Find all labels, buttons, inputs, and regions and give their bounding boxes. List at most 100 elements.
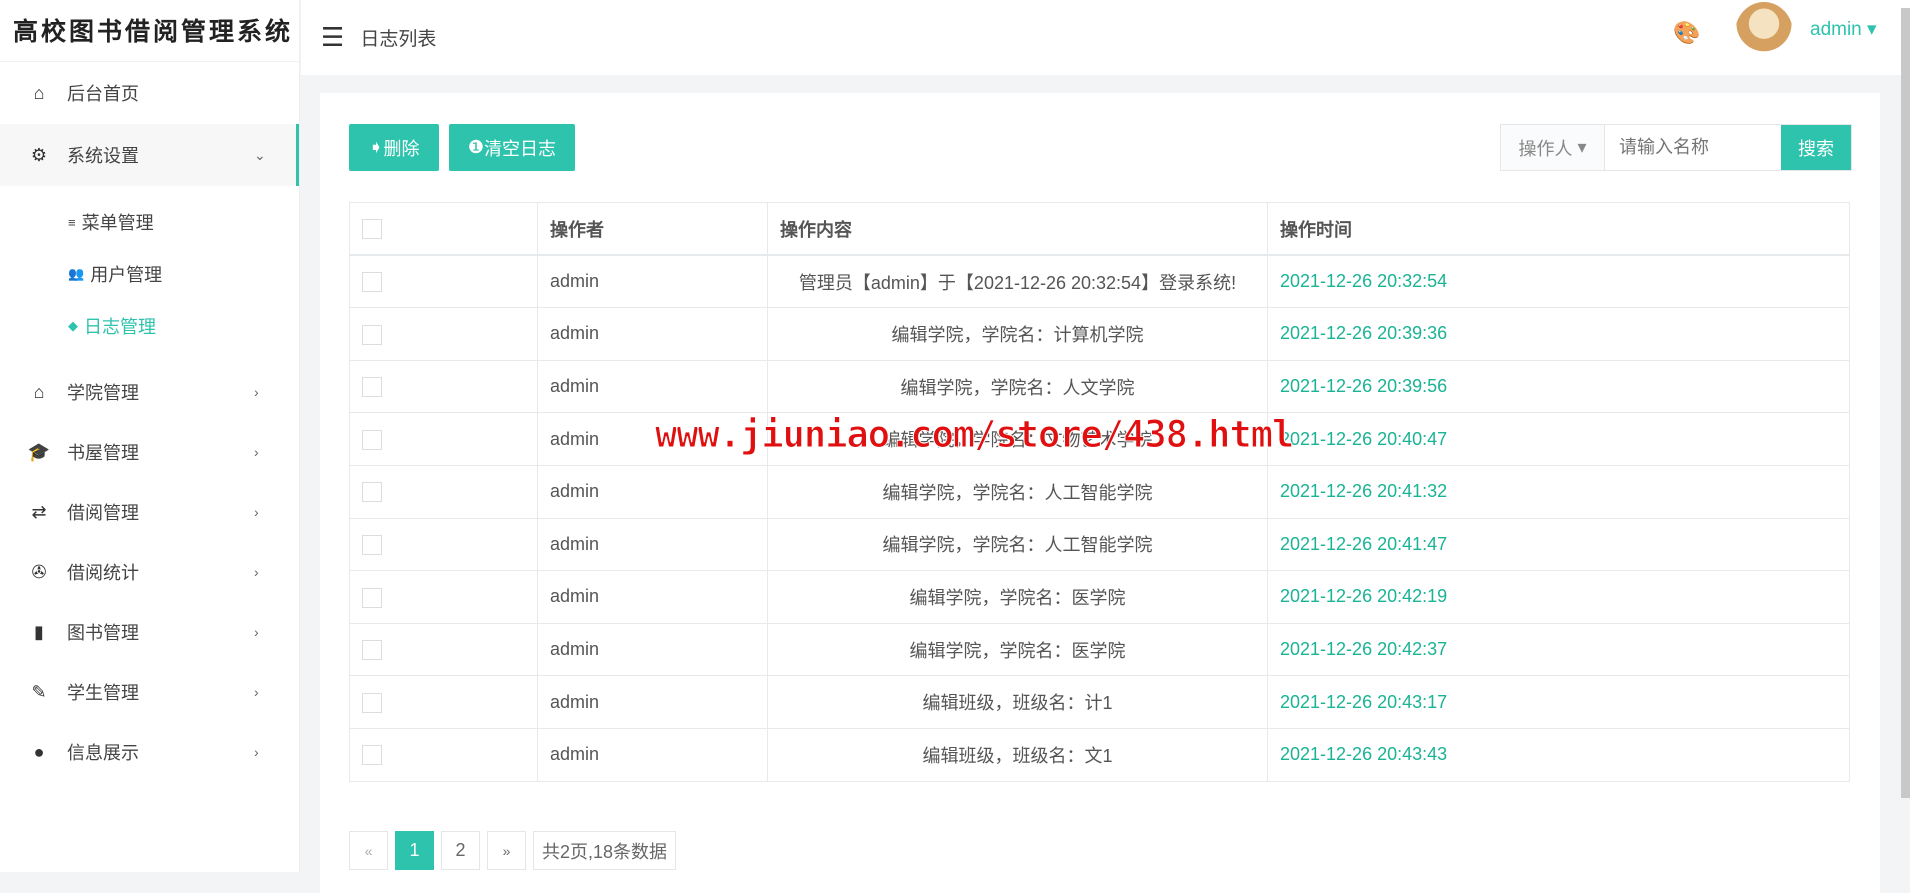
- gear-icon: ⚙: [30, 144, 48, 165]
- page-1-button[interactable]: 1: [395, 831, 434, 870]
- table-row: admin 编辑学院，学院名：医学院 2021-12-26 20:42:19: [349, 570, 1850, 624]
- content-cell: 编辑学院，学院名：医学院: [767, 570, 1268, 624]
- operator-cell: admin: [537, 727, 768, 782]
- row-checkbox[interactable]: [362, 324, 382, 345]
- time-cell: 2021-12-26 20:41:47: [1267, 517, 1850, 572]
- table-header-row: 操作者 操作内容 操作时间: [349, 202, 1850, 257]
- sidebar-item-1[interactable]: ⚙ 系统设置 ⌄: [0, 124, 299, 186]
- prev-page-button[interactable]: «: [349, 831, 388, 870]
- time-cell: 2021-12-26 20:39:36: [1267, 307, 1850, 361]
- avatar[interactable]: [1735, 2, 1793, 64]
- content-cell: 编辑学院，学院名：计算机学院: [767, 307, 1268, 361]
- row-checkbox[interactable]: [362, 640, 382, 661]
- operator-cell: admin: [537, 570, 768, 624]
- operator-cell: admin: [537, 622, 768, 677]
- operator-cell: admin: [537, 675, 768, 729]
- sidebar: 高校图书借阅管理系统 ⌂ 后台首页 ⚙ 系统设置 ⌄ ≡ 菜单管理 👥 用户管理 ◆ 日志管…: [0, 0, 300, 872]
- sidebar-item-0[interactable]: ⌂ 后台首页: [0, 62, 299, 124]
- sidebar-subitem-label: 日志管理: [84, 317, 156, 337]
- table-row: admin 编辑学院，学院名：计算机学院 2021-12-26 20:39:36: [349, 307, 1850, 361]
- sidebar-item-4[interactable]: ⇄ 借阅管理 ›: [0, 482, 299, 542]
- sidebar-item-6[interactable]: ▮ 图书管理 ›: [0, 602, 299, 662]
- select-all-checkbox[interactable]: [362, 219, 382, 240]
- delete-icon: ➧: [368, 137, 384, 157]
- clipboard-icon: ▮: [34, 621, 44, 642]
- user-icon: ●: [33, 741, 45, 762]
- row-checkbox[interactable]: [362, 534, 382, 555]
- search-group: 操作人 ▾ 搜索: [1500, 124, 1852, 171]
- time-cell: 2021-12-26 20:42:37: [1267, 622, 1850, 677]
- row-checkbox[interactable]: [362, 377, 382, 398]
- chevron-icon: ›: [254, 684, 259, 700]
- delete-button[interactable]: ➧ 删除: [349, 124, 439, 171]
- next-page-button[interactable]: »: [487, 831, 526, 870]
- time-cell: 2021-12-26 20:32:54: [1267, 254, 1850, 309]
- graduation-cap-icon: 🎓: [27, 441, 51, 462]
- time-cell: 2021-12-26 20:39:56: [1267, 359, 1850, 414]
- menu-toggle-icon[interactable]: ☰: [321, 22, 344, 53]
- sub-icon-1: 👥: [68, 266, 85, 281]
- time-cell: 2021-12-26 20:43:43: [1267, 727, 1850, 782]
- home-icon: ⌂: [33, 82, 45, 103]
- row-checkbox[interactable]: [362, 272, 382, 293]
- row-checkbox[interactable]: [362, 429, 382, 450]
- time-cell: 2021-12-26 20:41:32: [1267, 464, 1850, 519]
- col-content: 操作内容: [767, 202, 1268, 257]
- time-cell: 2021-12-26 20:43:17: [1267, 675, 1850, 729]
- sidebar-subitem-2[interactable]: ◆ 日志管理: [0, 300, 299, 352]
- sidebar-subitem-label: 菜单管理: [81, 213, 154, 233]
- sub-icon-2: ◆: [68, 318, 78, 333]
- sidebar-item-label: 学生管理: [67, 683, 139, 703]
- sidebar-item-8[interactable]: ● 信息展示 ›: [0, 722, 299, 782]
- operator-cell: admin: [537, 464, 768, 519]
- sidebar-item-label: 后台首页: [67, 84, 139, 104]
- chevron-icon: ›: [254, 744, 259, 760]
- content-cell: 编辑学院，学院名：人工智能学院: [767, 517, 1268, 572]
- sidebar-subitem-label: 用户管理: [90, 265, 163, 285]
- sidebar-subitem-1[interactable]: 👥 用户管理: [0, 248, 299, 300]
- operator-cell: admin: [537, 307, 768, 361]
- row-checkbox[interactable]: [362, 482, 382, 503]
- scrollbar[interactable]: [1901, 8, 1910, 798]
- palette-icon[interactable]: 🎨: [1673, 20, 1700, 46]
- row-checkbox[interactable]: [362, 587, 382, 608]
- sidebar-item-label: 借阅管理: [67, 503, 139, 523]
- pagination-summary: 共2页,18条数据: [533, 831, 677, 870]
- user-menu[interactable]: admin ▾: [1810, 18, 1877, 41]
- chevron-icon: ›: [254, 384, 259, 400]
- search-button[interactable]: 搜索: [1781, 125, 1851, 170]
- content-cell: 编辑班级，班级名：计1: [767, 675, 1268, 729]
- col-operator: 操作者: [537, 202, 768, 257]
- row-checkbox[interactable]: [362, 692, 382, 713]
- app-title: 高校图书借阅管理系统: [0, 0, 299, 62]
- clear-label: 清空日志: [484, 138, 557, 159]
- content-cell: 编辑学院，学院名：医学院: [767, 622, 1268, 677]
- table-row: admin 编辑学院，学院名：人文学院 2021-12-26 20:39:56: [349, 359, 1850, 414]
- sidebar-item-label: 学院管理: [67, 383, 139, 403]
- table-row: admin 编辑学院，学院名：医学院 2021-12-26 20:42:37: [349, 622, 1850, 677]
- table-row: admin 编辑学院，学院名：人工智能学院 2021-12-26 20:41:3…: [349, 464, 1850, 519]
- chevron-icon: ›: [254, 444, 259, 460]
- search-field-select[interactable]: 操作人 ▾: [1501, 125, 1605, 170]
- topbar: ☰ 日志列表: [301, 0, 1910, 75]
- row-checkbox[interactable]: [362, 745, 382, 766]
- time-cell: 2021-12-26 20:42:19: [1267, 570, 1850, 624]
- sidebar-item-5[interactable]: ✇ 借阅统计 ›: [0, 542, 299, 602]
- content-cell: 编辑学院，学院名：文物艺术学院: [767, 412, 1268, 466]
- page-title: 日志列表: [360, 29, 437, 50]
- sidebar-item-7[interactable]: ✎ 学生管理 ›: [0, 662, 299, 722]
- search-input[interactable]: [1605, 125, 1781, 170]
- clear-log-button[interactable]: ❶ 清空日志: [449, 124, 575, 171]
- pencil-icon: ✎: [31, 681, 47, 702]
- operator-cell: admin: [537, 412, 768, 466]
- table-row: admin 编辑学院，学院名：人工智能学院 2021-12-26 20:41:4…: [349, 517, 1850, 572]
- sidebar-item-3[interactable]: 🎓 书屋管理 ›: [0, 422, 299, 482]
- operator-cell: admin: [537, 254, 768, 309]
- sidebar-subitem-0[interactable]: ≡ 菜单管理: [0, 196, 299, 248]
- table-row: admin 编辑学院，学院名：文物艺术学院 2021-12-26 20:40:4…: [349, 412, 1850, 466]
- sidebar-item-2[interactable]: ⌂ 学院管理 ›: [0, 362, 299, 422]
- user-name: admin: [1810, 19, 1862, 40]
- page-2-button[interactable]: 2: [441, 831, 480, 870]
- sub-icon-0: ≡: [68, 214, 76, 230]
- chevron-icon: ›: [254, 504, 259, 520]
